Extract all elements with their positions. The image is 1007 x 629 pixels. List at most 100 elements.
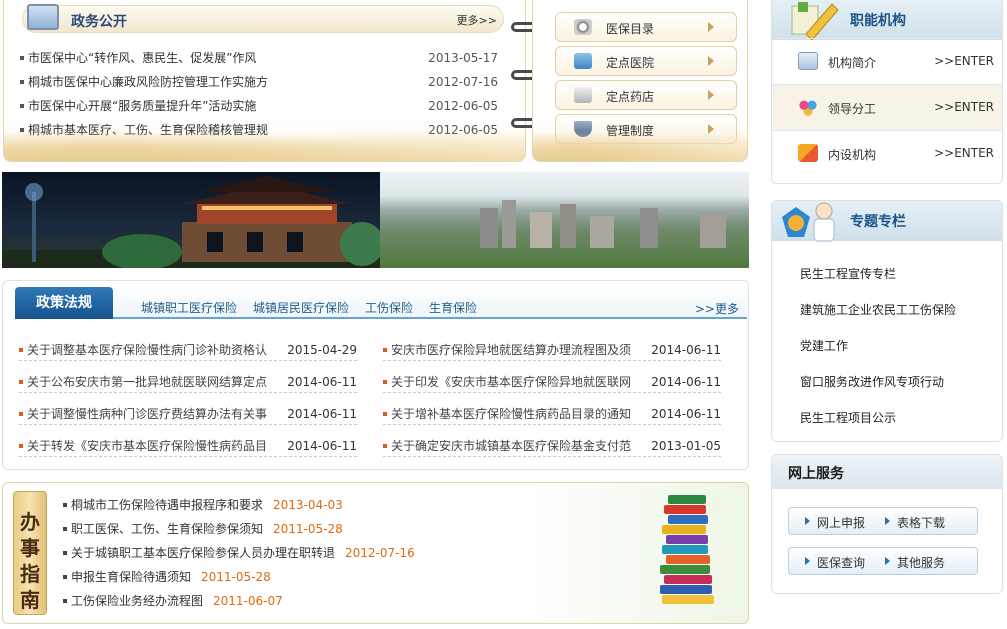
monitor-icon — [27, 4, 59, 30]
policy-item[interactable]: 关于公布安庆市第一批异地就医联网结算定点 2014-06-11 — [19, 371, 357, 393]
online-header: 网上服务 — [772, 455, 1002, 489]
news-item[interactable]: 桐城市医保中心廉政风险防控管理工作实施方 2012-07-16 — [18, 72, 498, 92]
org-panel: 职能机构 机构简介 >>ENTER 领导分工 >>ENTER 内设机构 >>EN… — [771, 0, 1003, 184]
policy-item[interactable]: 关于印发《安庆市基本医疗保险异地就医联网 2014-06-11 — [383, 371, 721, 393]
topic-link[interactable]: 民生工程项目公示 — [800, 409, 896, 426]
structure-icon — [798, 144, 818, 162]
affairs-more-link[interactable]: 更多>> — [457, 12, 497, 28]
tab-maternity-insurance[interactable]: 生育保险 — [429, 299, 477, 316]
policy-item[interactable]: 关于调整慢性病种门诊医疗费结算办法有关事 2014-06-11 — [19, 403, 357, 425]
org-enter-link[interactable]: >>ENTER — [934, 146, 994, 160]
book — [664, 575, 712, 584]
book — [660, 585, 712, 594]
guide-title[interactable]: 申报生育保险待遇须知 — [71, 570, 191, 584]
quick-link-catalog[interactable]: 医保目录 — [555, 12, 737, 42]
guide-date: 2011-05-28 — [273, 522, 343, 536]
guide-date: 2011-05-28 — [201, 570, 271, 584]
policy-item[interactable]: 关于确定安庆市城镇基本医疗保险基金支付范 2013-01-05 — [383, 435, 721, 457]
policy-title[interactable]: 关于增补基本医疗保险慢性病药品目录的通知 — [391, 403, 646, 425]
org-header: 职能机构 — [772, 0, 1002, 40]
policy-title[interactable]: 关于印发《安庆市基本医疗保险异地就医联网 — [391, 371, 646, 393]
guide-item[interactable]: 桐城市工伤保险待遇申报程序和要求 2013-04-03 — [63, 495, 343, 515]
guide-item[interactable]: 申报生育保险待遇须知 2011-05-28 — [63, 567, 271, 587]
hill-decoration — [533, 131, 747, 161]
policy-panel: 政策法规 城镇职工医疗保险 城镇居民医疗保险 工伤保险 生育保险 >>更多 关于… — [2, 280, 749, 470]
policy-more-link[interactable]: >>更多 — [695, 300, 739, 317]
online-services-panel: 网上服务 网上申报 表格下载 医保查询 其他服务 — [771, 454, 1003, 594]
book-stack-icon — [658, 493, 724, 611]
policy-date: 2014-06-11 — [287, 375, 357, 389]
guide-date: 2013-04-03 — [273, 498, 343, 512]
news-title[interactable]: 市医保中心开展“服务质量提升年”活动实施 — [28, 96, 256, 116]
night-gate-photo — [2, 172, 384, 268]
quick-link-hospital[interactable]: 定点医院 — [555, 46, 737, 76]
policy-item[interactable]: 关于转发《安庆市基本医疗保险慢性病药品目 2014-06-11 — [19, 435, 357, 457]
policy-title[interactable]: 关于公布安庆市第一批异地就医联网结算定点 — [27, 371, 282, 393]
insurance-query-button[interactable]: 医保查询 — [817, 554, 865, 571]
policy-title[interactable]: 关于调整基本医疗保险慢性病门诊补助资格认 — [27, 339, 282, 361]
policy-item[interactable]: 关于增补基本医疗保险慢性病药品目录的通知 2014-06-11 — [383, 403, 721, 425]
online-button-row: 医保查询 其他服务 — [788, 547, 978, 575]
org-enter-link[interactable]: >>ENTER — [934, 54, 994, 68]
topic-link[interactable]: 党建工作 — [800, 337, 848, 354]
tab-policy[interactable]: 政策法规 — [15, 287, 113, 319]
news-item[interactable]: 市医保中心“转作风、惠民生、促发展”作风 2013-05-17 — [18, 48, 498, 68]
org-label[interactable]: 机构简介 — [828, 54, 876, 71]
topic-link[interactable]: 民生工程宣传专栏 — [800, 265, 896, 282]
guide-title[interactable]: 关于城镇职工基本医疗保险参保人员办理在职转退 — [71, 546, 335, 560]
org-label[interactable]: 领导分工 — [828, 100, 876, 117]
news-title[interactable]: 市医保中心“转作风、惠民生、促发展”作风 — [28, 48, 256, 68]
guide-item[interactable]: 职工医保、工伤、生育保险参保须知 2011-05-28 — [63, 519, 343, 539]
org-item[interactable]: 机构简介 >>ENTER — [772, 38, 1002, 84]
book — [668, 515, 708, 524]
guide-title[interactable]: 职工医保、工伤、生育保险参保须知 — [71, 522, 263, 536]
tab-resident-medical[interactable]: 城镇居民医疗保险 — [253, 299, 349, 316]
tab-employee-medical[interactable]: 城镇职工医疗保险 — [141, 299, 237, 316]
policy-title[interactable]: 关于转发《安庆市基本医疗保险慢性病药品目 — [27, 435, 282, 457]
arrow-right-icon — [885, 557, 890, 565]
other-services-button[interactable]: 其他服务 — [897, 554, 945, 571]
book — [664, 505, 706, 514]
book — [666, 555, 710, 564]
guide-title[interactable]: 桐城市工伤保险待遇申报程序和要求 — [71, 498, 263, 512]
topics-title: 专题专栏 — [850, 214, 906, 230]
online-apply-button[interactable]: 网上申报 — [817, 514, 865, 531]
news-item[interactable]: 市医保中心开展“服务质量提升年”活动实施 2012-06-05 — [18, 96, 498, 116]
policy-item[interactable]: 安庆市医疗保险异地就医结算办理流程图及须 2014-06-11 — [383, 339, 721, 361]
online-title: 网上服务 — [788, 466, 844, 482]
doctor-icon — [782, 202, 835, 242]
quick-link-pharmacy[interactable]: 定点药店 — [555, 80, 737, 110]
arrow-right-icon — [805, 557, 810, 565]
policy-date: 2013-01-05 — [651, 439, 721, 453]
gate-tower-illustration — [2, 176, 384, 268]
policy-title[interactable]: 关于确定安庆市城镇基本医疗保险基金支付范 — [391, 435, 646, 457]
org-enter-link[interactable]: >>ENTER — [934, 100, 994, 114]
org-item[interactable]: 领导分工 >>ENTER — [772, 84, 1002, 130]
arrow-right-icon — [708, 56, 714, 66]
news-title[interactable]: 桐城市医保中心廉政风险防控管理工作实施方 — [28, 72, 268, 92]
scroll-char: 事 — [20, 536, 40, 560]
scroll-char: 南 — [20, 588, 40, 612]
org-item[interactable]: 内设机构 >>ENTER — [772, 130, 1002, 176]
arrow-right-icon — [708, 90, 714, 100]
topic-link[interactable]: 建筑施工企业农民工工伤保险 — [800, 301, 956, 318]
guide-item[interactable]: 关于城镇职工基本医疗保险参保人员办理在职转退 2012-07-16 — [63, 543, 415, 563]
policy-title[interactable]: 关于调整慢性病种门诊医疗费结算办法有关事 — [27, 403, 282, 425]
guide-date: 2011-06-07 — [213, 594, 283, 608]
arrow-right-icon — [885, 517, 890, 525]
online-button-row: 网上申报 表格下载 — [788, 507, 978, 535]
policy-title[interactable]: 安庆市医疗保险异地就医结算办理流程图及须 — [391, 339, 646, 361]
tab-injury-insurance[interactable]: 工伤保险 — [365, 299, 413, 316]
org-label[interactable]: 内设机构 — [828, 146, 876, 163]
quick-link-label: 医保目录 — [606, 22, 655, 36]
form-download-button[interactable]: 表格下载 — [897, 514, 945, 531]
guide-title[interactable]: 工伤保险业务经办流程图 — [71, 594, 203, 608]
policy-item[interactable]: 关于调整基本医疗保险慢性病门诊补助资格认 2015-04-29 — [19, 339, 357, 361]
topic-link[interactable]: 窗口服务改进作风专项行动 — [800, 373, 944, 390]
clock-icon — [574, 19, 592, 35]
guide-scroll-banner: 办 事 指 南 — [13, 491, 47, 615]
building — [640, 208, 658, 248]
policy-tab-bar: 政策法规 城镇职工医疗保险 城镇居民医疗保险 工伤保险 生育保险 >>更多 — [15, 287, 747, 319]
pencil-icon — [791, 2, 839, 40]
guide-item[interactable]: 工伤保险业务经办流程图 2011-06-07 — [63, 591, 283, 611]
